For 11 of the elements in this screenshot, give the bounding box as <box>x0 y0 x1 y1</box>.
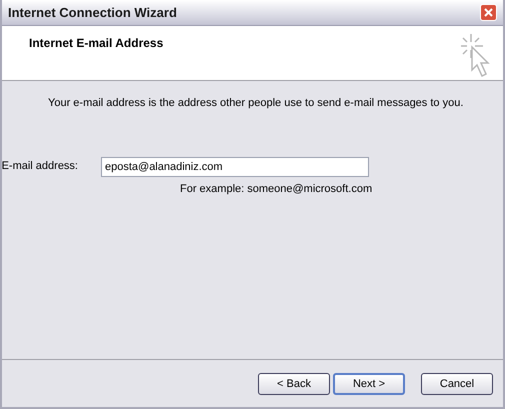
window-title: Internet Connection Wizard <box>8 4 177 22</box>
example-text: For example: someone@microsoft.com <box>180 182 374 196</box>
email-field[interactable]: eposta@alanadiniz.com <box>101 156 369 176</box>
wizard-button[interactable]: Next > <box>333 373 405 395</box>
description-text: Your e-mail address is the address other people use to send e-mail messages to you. <box>48 96 464 111</box>
close-icon <box>484 8 493 17</box>
wizard-button[interactable]: < Back <box>258 373 330 395</box>
header-title: Internet E-mail Address <box>29 35 164 52</box>
field-label: E-mail address: <box>0 159 79 174</box>
wizard-button[interactable]: Cancel <box>421 373 493 395</box>
close-button[interactable] <box>480 4 497 21</box>
